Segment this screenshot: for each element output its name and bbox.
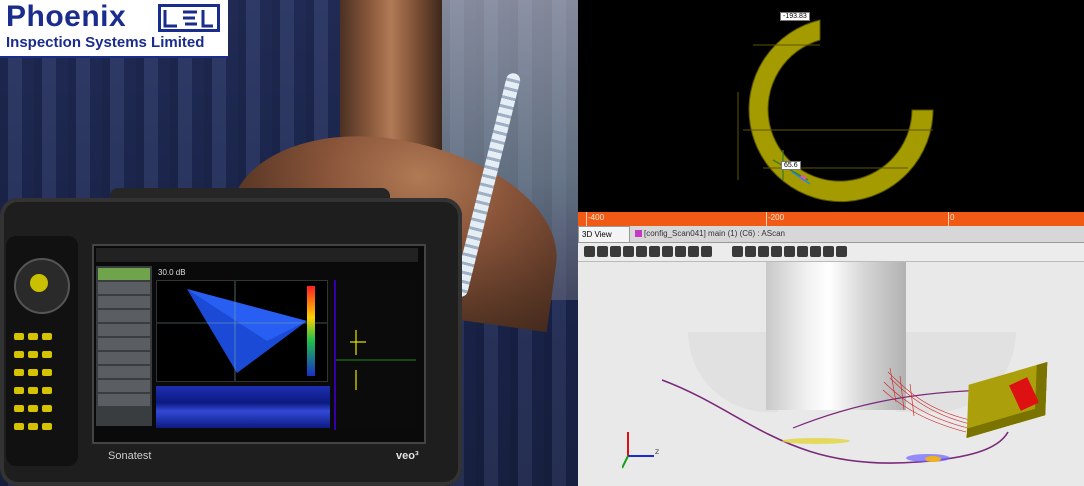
- toolbar-tool-icon[interactable]: [836, 246, 847, 257]
- view-toolbar: [578, 243, 1084, 262]
- menu-item[interactable]: [98, 338, 150, 350]
- key[interactable]: [42, 387, 52, 394]
- ascan-view: [334, 280, 416, 430]
- toolbar-tool-icon[interactable]: [636, 246, 647, 257]
- key[interactable]: [28, 369, 38, 376]
- toolbar-tool-icon[interactable]: [688, 246, 699, 257]
- gain-readout: 30.0 dB: [158, 268, 186, 277]
- axis-tick-label: 0: [950, 213, 955, 222]
- screen-menu: [96, 266, 152, 426]
- coverage-ring-svg: [737, 19, 934, 203]
- toolbar-tool-icon[interactable]: [649, 246, 660, 257]
- axis-tickline: [586, 212, 587, 226]
- isl-logo-mark: [158, 4, 220, 32]
- key[interactable]: [14, 423, 24, 430]
- toolbar-tool-icon[interactable]: [623, 246, 634, 257]
- menu-item[interactable]: [98, 394, 150, 406]
- toolbar-tool-icon[interactable]: [745, 246, 756, 257]
- plot-label-top: -193.83: [780, 12, 810, 21]
- tab-ascan-label: [config_Scan041] main (1) (C6) : AScan: [644, 229, 785, 238]
- toolbar-tool-icon[interactable]: [597, 246, 608, 257]
- key[interactable]: [28, 351, 38, 358]
- key[interactable]: [42, 369, 52, 376]
- menu-item[interactable]: [98, 324, 150, 336]
- toolbar-tool-icon[interactable]: [584, 246, 595, 257]
- menu-item[interactable]: [98, 380, 150, 392]
- screen-status-bar: [96, 248, 418, 262]
- axes-gizmo-icon: Z: [622, 432, 659, 469]
- key[interactable]: [42, 405, 52, 412]
- key[interactable]: [14, 405, 24, 412]
- bscan-view: [156, 386, 330, 428]
- inspection-photo: Phoenix Inspection Systems Limited 30.0 …: [0, 0, 578, 486]
- key[interactable]: [28, 405, 38, 412]
- key[interactable]: [28, 387, 38, 394]
- axis-tick-label: -400: [588, 213, 605, 222]
- key[interactable]: [28, 333, 38, 340]
- tab-ascan[interactable]: [config_Scan041] main (1) (C6) : AScan: [632, 226, 792, 242]
- company-logo: Phoenix Inspection Systems Limited: [0, 0, 228, 58]
- key[interactable]: [42, 351, 52, 358]
- toolbar-tool-icon[interactable]: [675, 246, 686, 257]
- axis-tick-label: -200: [768, 213, 785, 222]
- menu-item[interactable]: [98, 282, 150, 294]
- toolbar-tool-icon[interactable]: [823, 246, 834, 257]
- menu-item[interactable]: [98, 296, 150, 308]
- device-brand: Sonatest: [108, 450, 152, 462]
- menu-item[interactable]: [98, 352, 150, 364]
- ascan-color-swatch-icon: [635, 230, 642, 238]
- menu-item[interactable]: [98, 268, 150, 280]
- keypad-keys: [12, 330, 72, 438]
- dpad-center-button[interactable]: [30, 274, 48, 292]
- key[interactable]: [14, 333, 24, 340]
- sector-scan-view: [156, 280, 328, 382]
- menu-item[interactable]: [98, 366, 150, 378]
- toolbar-tool-icon[interactable]: [771, 246, 782, 257]
- axis-tickline: [766, 212, 767, 226]
- toolbar-tool-icon[interactable]: [732, 246, 743, 257]
- view-tabbar: 3D View [config_Scan041] main (1) (C6) :…: [578, 226, 1084, 243]
- key[interactable]: [42, 333, 52, 340]
- toolbar-tool-icon[interactable]: [662, 246, 673, 257]
- device-model: veo³: [396, 450, 419, 462]
- axis-label: Z: [655, 449, 659, 456]
- tab-3d-view[interactable]: 3D View: [578, 226, 630, 242]
- toolbar-tool-icon[interactable]: [784, 246, 795, 257]
- scan-coverage-plot: -193.83 65.6: [578, 0, 1084, 212]
- logo-name: Phoenix: [6, 0, 127, 33]
- key[interactable]: [14, 387, 24, 394]
- position-axis: -400 -200 0: [578, 212, 1084, 226]
- axis-tickline: [948, 212, 949, 226]
- key[interactable]: [28, 423, 38, 430]
- key[interactable]: [14, 369, 24, 376]
- toolbar-tool-icon[interactable]: [701, 246, 712, 257]
- toolbar-tool-icon[interactable]: [610, 246, 621, 257]
- toolbar-tool-icon[interactable]: [758, 246, 769, 257]
- plot-label-mid: 65.6: [781, 161, 801, 170]
- key[interactable]: [14, 351, 24, 358]
- key[interactable]: [42, 423, 52, 430]
- 3d-scene[interactable]: Z: [578, 262, 1084, 486]
- menu-item[interactable]: [98, 310, 150, 322]
- 3d-view-panel: 3D View [config_Scan041] main (1) (C6) :…: [578, 226, 1084, 486]
- toolbar-tool-icon[interactable]: [797, 246, 808, 257]
- logo-subtitle: Inspection Systems Limited: [6, 34, 205, 51]
- toolbar-tool-icon[interactable]: [810, 246, 821, 257]
